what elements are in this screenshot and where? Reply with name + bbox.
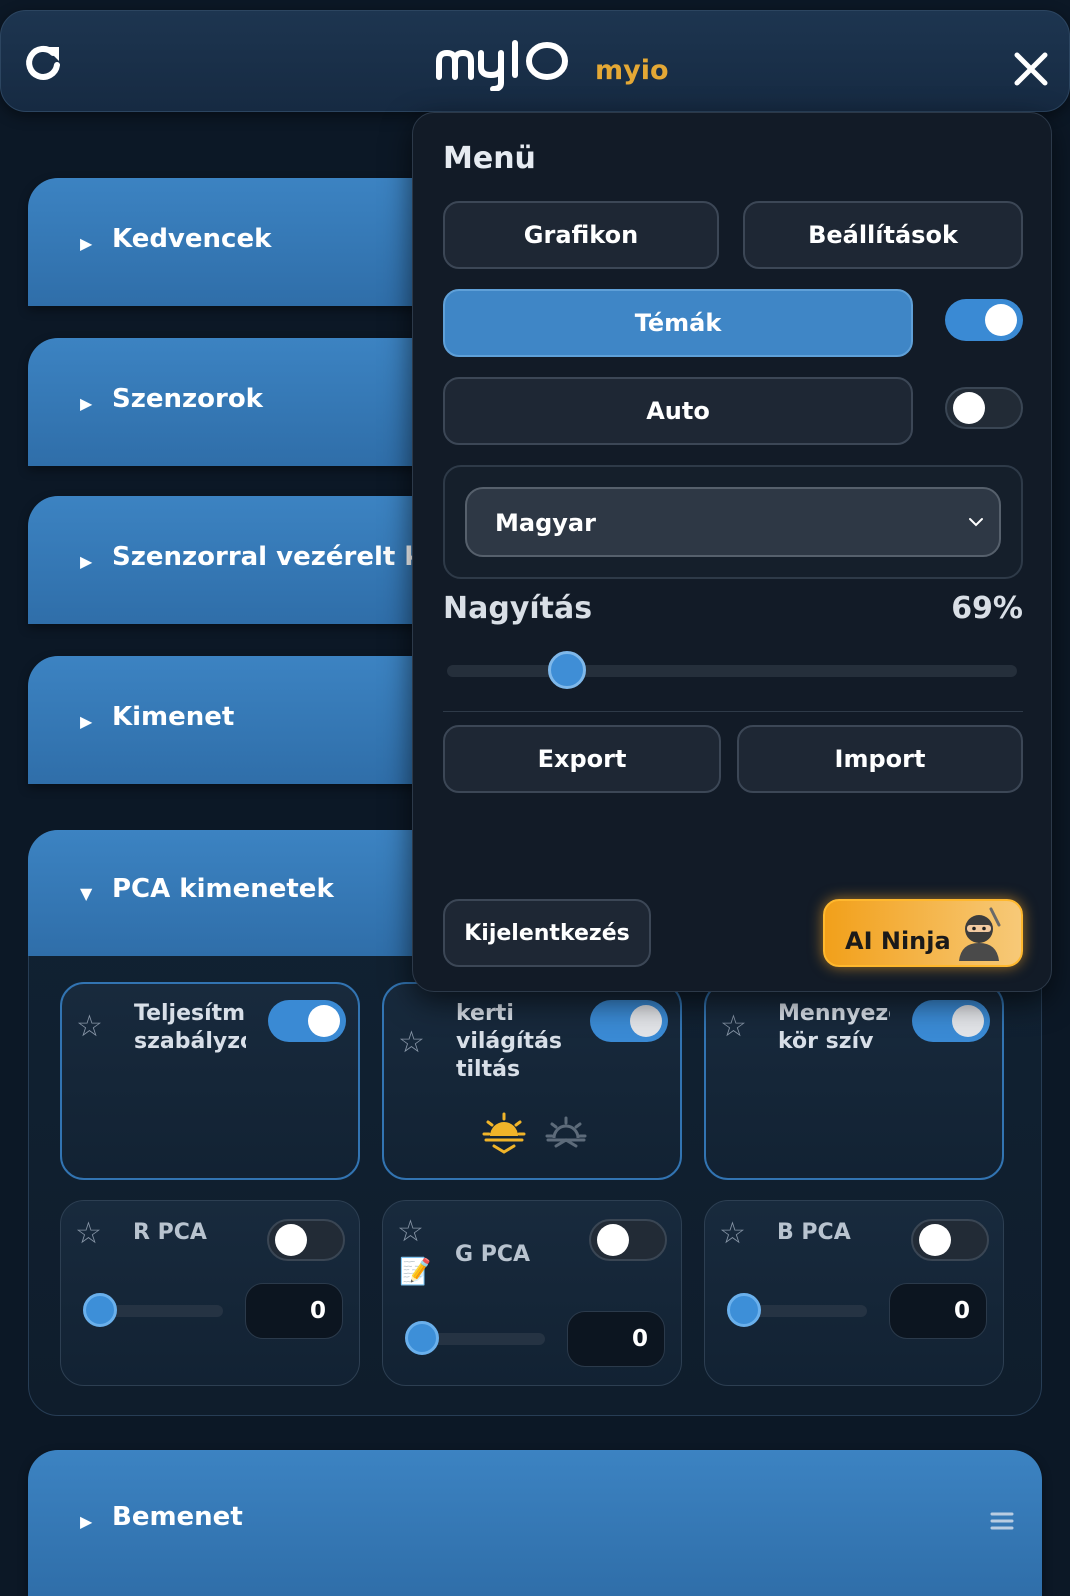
relay-card[interactable]: ☆ Teljesítmény szabályzó xyxy=(60,982,360,1180)
channel-value-field[interactable]: 0 xyxy=(245,1283,343,1339)
settings-button[interactable]: Beállítások xyxy=(743,201,1023,269)
relay-name: Teljesítmény szabályzó xyxy=(134,1001,246,1054)
relay-name: kerti világítás tiltás xyxy=(456,1001,563,1082)
channel-slider[interactable] xyxy=(405,1321,545,1355)
channel-slider[interactable] xyxy=(727,1293,867,1327)
star-icon[interactable]: ☆ xyxy=(75,1219,102,1249)
channel-name: G PCA xyxy=(455,1242,531,1267)
language-select[interactable]: Magyar xyxy=(465,487,1001,557)
caret-down-icon: ▼ xyxy=(80,884,93,903)
caret-right-icon: ▶ xyxy=(80,394,93,413)
chevron-down-icon xyxy=(969,518,983,527)
relay-toggle[interactable] xyxy=(590,1000,668,1042)
pca-channel-card: ☆ B PCA 0 xyxy=(704,1200,1004,1386)
auto-button[interactable]: Auto xyxy=(443,377,913,445)
section-title: PCA kimenetek xyxy=(112,874,334,904)
zoom-value: 69% xyxy=(951,591,1023,626)
language-panel: Magyar xyxy=(443,465,1023,579)
zoom-slider-thumb[interactable] xyxy=(547,651,586,689)
relay-name: Mennyezet kör szív xyxy=(778,1001,890,1054)
logout-button[interactable]: Kijelentkezés xyxy=(443,899,651,967)
note-icon[interactable]: 📝 xyxy=(399,1257,431,1287)
menu-title: Menü xyxy=(443,141,536,176)
pca-channel-card: ☆ R PCA 0 xyxy=(60,1200,360,1386)
sunrise-icon[interactable] xyxy=(482,1110,526,1154)
section-bemenet[interactable]: ▶ Bemenet xyxy=(28,1450,1042,1596)
caret-right-icon: ▶ xyxy=(80,234,93,253)
caret-right-icon: ▶ xyxy=(80,1512,93,1531)
channel-toggle[interactable] xyxy=(911,1219,989,1261)
myio-logo xyxy=(436,40,568,91)
channel-toggle[interactable] xyxy=(267,1219,345,1261)
channel-value-field[interactable]: 0 xyxy=(889,1283,987,1339)
star-icon[interactable]: ☆ xyxy=(398,1028,425,1058)
themes-button[interactable]: Témák xyxy=(443,289,913,357)
graph-button[interactable]: Grafikon xyxy=(443,201,719,269)
zoom-label: Nagyítás xyxy=(443,591,593,626)
zoom-slider[interactable] xyxy=(447,651,1017,689)
ai-ninja-label: AI Ninja xyxy=(845,927,951,955)
ninja-icon xyxy=(959,907,1001,961)
themes-toggle[interactable] xyxy=(945,299,1023,341)
section-title: Bemenet xyxy=(112,1502,243,1532)
channel-slider[interactable] xyxy=(83,1293,223,1327)
relay-card[interactable]: ☆ Mennyezet kör szív xyxy=(704,982,1004,1180)
auto-toggle[interactable] xyxy=(945,387,1023,429)
import-button[interactable]: Import xyxy=(737,725,1023,793)
relay-toggle[interactable] xyxy=(912,1000,990,1042)
channel-toggle[interactable] xyxy=(589,1219,667,1261)
divider xyxy=(443,711,1023,712)
section-title: Kimenet xyxy=(112,702,235,732)
refresh-icon[interactable] xyxy=(23,41,65,83)
ai-ninja-button[interactable]: AI Ninja xyxy=(823,899,1023,967)
settings-menu: Menü Grafikon Beállítások Témák Auto Mag… xyxy=(412,112,1052,992)
username: myio xyxy=(595,55,669,86)
export-button[interactable]: Export xyxy=(443,725,721,793)
star-icon[interactable]: ☆ xyxy=(720,1012,747,1042)
channel-name: B PCA xyxy=(777,1220,851,1245)
section-title: Szenzorok xyxy=(112,384,263,414)
drag-handle-icon[interactable] xyxy=(990,1510,1014,1532)
relay-card[interactable]: ☆ kerti világítás tiltás xyxy=(382,982,682,1180)
star-icon[interactable]: ☆ xyxy=(397,1217,424,1247)
language-value: Magyar xyxy=(495,509,596,537)
top-bar: myio xyxy=(0,10,1070,112)
caret-right-icon: ▶ xyxy=(80,712,93,731)
pca-channel-card: ☆ 📝 G PCA 0 xyxy=(382,1200,682,1386)
star-icon[interactable]: ☆ xyxy=(76,1012,103,1042)
star-icon[interactable]: ☆ xyxy=(719,1219,746,1249)
channel-name: R PCA xyxy=(133,1220,207,1245)
section-title: Kedvencek xyxy=(112,224,272,254)
channel-value-field[interactable]: 0 xyxy=(567,1311,665,1367)
sunset-icon[interactable] xyxy=(544,1110,588,1154)
close-icon[interactable] xyxy=(1013,51,1049,87)
caret-right-icon: ▶ xyxy=(80,552,93,571)
relay-toggle[interactable] xyxy=(268,1000,346,1042)
